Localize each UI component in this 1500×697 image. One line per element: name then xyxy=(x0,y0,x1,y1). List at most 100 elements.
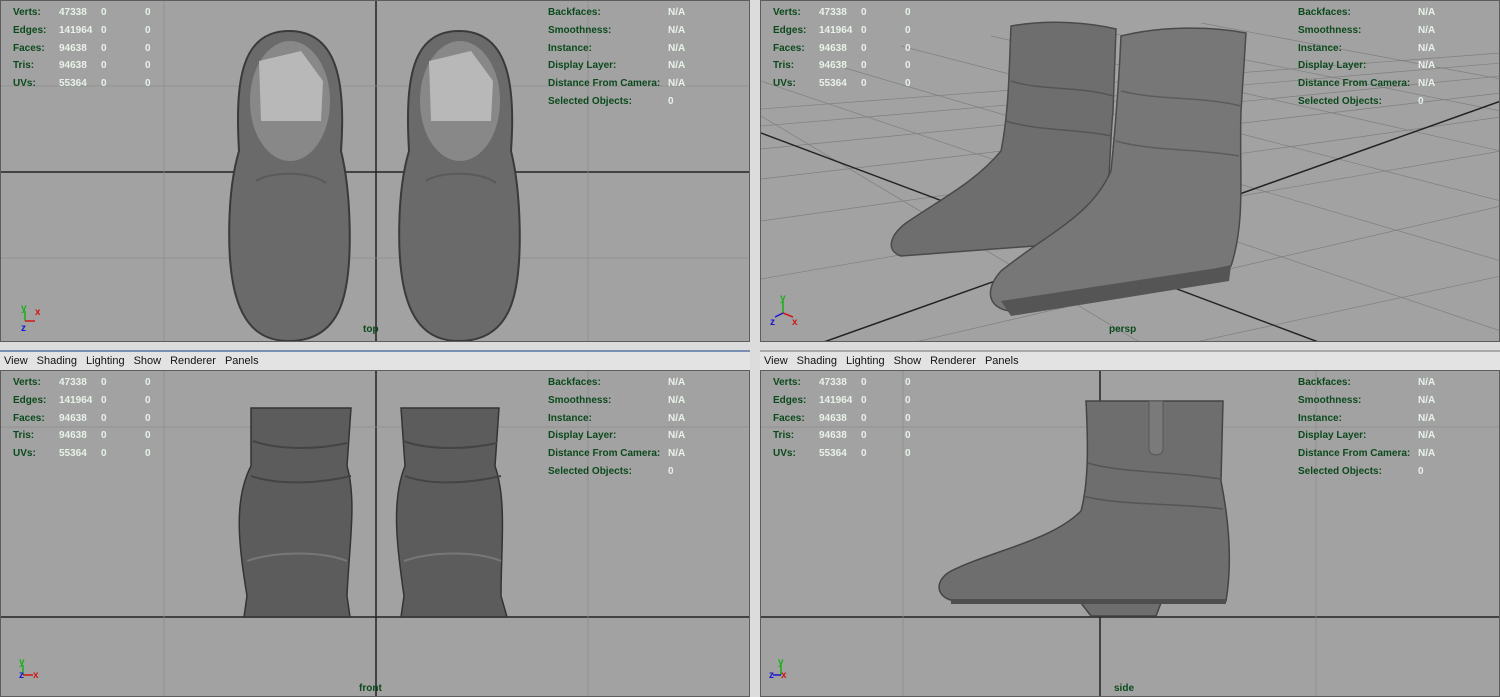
camera-label: front xyxy=(359,683,382,694)
hud-label: Display Layer: xyxy=(548,430,617,442)
hud-value: 0 xyxy=(861,60,867,72)
hud-label: Smoothness: xyxy=(548,394,612,406)
hud-value: 94638 xyxy=(59,60,87,72)
hud-value: 0 xyxy=(905,412,911,424)
hud-value: 0 xyxy=(861,430,867,442)
hud-label: Instance: xyxy=(548,42,592,54)
viewport-side[interactable]: Verts: 47338 0 0 Edges: 141964 0 0 Faces: 94638… xyxy=(760,370,1500,697)
hud-value: N/A xyxy=(1418,42,1436,54)
hud-value: 0 xyxy=(861,42,867,54)
hud-label: Verts: xyxy=(773,7,801,18)
hud-label: Verts: xyxy=(773,377,801,388)
hud-value: 0 xyxy=(101,430,107,442)
menu-shading[interactable]: Shading xyxy=(37,355,77,367)
hud-value: 0 xyxy=(905,60,911,72)
hud-value: 0 xyxy=(668,95,674,107)
menu-lighting[interactable]: Lighting xyxy=(846,355,885,367)
hud-label: Edges: xyxy=(773,24,807,36)
hud-value: 0 xyxy=(101,78,107,90)
menu-lighting[interactable]: Lighting xyxy=(86,355,125,367)
menu-view[interactable]: View xyxy=(4,355,28,367)
viewport-top[interactable]: Verts: 47338 0 0 Edges: 141964 0 0 Faces: 94638… xyxy=(0,0,750,342)
hud-label: Faces: xyxy=(13,42,45,54)
menu-view[interactable]: View xyxy=(764,355,788,367)
poly-count-hud: Verts: 47338 0 0 Edges: 141964 0 0 Faces: 94638… xyxy=(773,374,925,463)
axis-gizmo-icon: y x z xyxy=(21,303,41,334)
boot-right-front xyxy=(395,407,508,618)
svg-text:y: y xyxy=(780,293,786,304)
svg-text:y: y xyxy=(778,657,784,668)
svg-text:z: z xyxy=(21,323,26,334)
viewport-persp[interactable]: Verts: 47338 0 0 Edges: 141964 0 0 Faces: 94638… xyxy=(760,0,1500,342)
hud-label: Selected Objects: xyxy=(548,95,632,107)
hud-value: N/A xyxy=(1418,78,1436,90)
hud-value: 94638 xyxy=(59,412,87,424)
hud-value: 0 xyxy=(905,377,911,388)
hud-label: Tris: xyxy=(773,430,795,442)
hud-label: Verts: xyxy=(13,7,41,18)
hud-value: 0 xyxy=(101,412,107,424)
panel-menu-bar-side: View Shading Lighting Show Renderer Pane… xyxy=(760,350,1500,370)
hud-value: 94638 xyxy=(59,42,87,54)
svg-text:x: x xyxy=(33,670,39,681)
svg-text:x: x xyxy=(781,670,787,681)
menu-show[interactable]: Show xyxy=(894,355,922,367)
svg-text:z: z xyxy=(19,670,24,681)
axis-gizmo-icon: y z x xyxy=(769,657,787,681)
hud-label: Display Layer: xyxy=(548,60,617,72)
hud-value: 0 xyxy=(145,60,151,72)
hud-value: 0 xyxy=(861,78,867,90)
hud-label: Verts: xyxy=(13,377,41,388)
hud-label: UVs: xyxy=(13,448,36,460)
viewport-front[interactable]: Verts: 47338 0 0 Edges: 141964 0 0 Faces: 94638… xyxy=(0,370,750,697)
svg-text:x: x xyxy=(35,307,41,318)
camera-label: top xyxy=(363,324,379,335)
hud-value: 141964 xyxy=(59,394,93,406)
hud-value: 0 xyxy=(101,60,107,72)
viewport-separator-horizontal[interactable] xyxy=(0,342,1500,350)
boot-left-top xyxy=(228,29,351,341)
hud-label: Smoothness: xyxy=(1298,24,1362,36)
object-details-hud: Backfaces: N/A Smoothness: N/A Instance: N/… xyxy=(548,4,685,111)
hud-label: Backfaces: xyxy=(548,377,601,388)
poly-count-hud: Verts: 47338 0 0 Edges: 141964 0 0 Faces: 94638… xyxy=(13,374,165,463)
object-details-hud: Backfaces: N/A Smoothness: N/A Instance: N/… xyxy=(1298,4,1435,111)
menu-renderer[interactable]: Renderer xyxy=(170,355,216,367)
svg-text:z: z xyxy=(770,317,775,328)
hud-value: N/A xyxy=(668,448,686,460)
hud-label: Faces: xyxy=(13,412,45,424)
hud-value: 0 xyxy=(905,24,911,36)
hud-value: 0 xyxy=(905,42,911,54)
hud-value: 55364 xyxy=(819,448,847,460)
svg-text:y: y xyxy=(19,657,25,668)
hud-value: 47338 xyxy=(59,377,87,388)
menu-show[interactable]: Show xyxy=(134,355,162,367)
hud-value: 55364 xyxy=(59,78,87,90)
menu-panels[interactable]: Panels xyxy=(225,355,259,367)
hud-label: Distance From Camera: xyxy=(548,78,661,90)
hud-label: Tris: xyxy=(13,60,35,72)
hud-label: Selected Objects: xyxy=(1298,95,1382,107)
hud-value: 0 xyxy=(861,394,867,406)
boot-left-front xyxy=(238,407,353,618)
hud-value: N/A xyxy=(668,78,686,90)
menu-shading[interactable]: Shading xyxy=(797,355,837,367)
hud-value: N/A xyxy=(668,42,686,54)
hud-value: 0 xyxy=(145,377,151,388)
hud-label: Instance: xyxy=(1298,42,1342,54)
hud-value: 141964 xyxy=(819,24,853,36)
hud-label: Faces: xyxy=(773,42,805,54)
hud-value: N/A xyxy=(668,412,686,424)
hud-label: UVs: xyxy=(773,78,796,90)
hud-value: N/A xyxy=(668,7,686,18)
object-details-hud: Backfaces: N/A Smoothness: N/A Instance: N/… xyxy=(1298,374,1435,481)
hud-label: Backfaces: xyxy=(548,7,601,18)
menu-panels[interactable]: Panels xyxy=(985,355,1019,367)
hud-value: 0 xyxy=(145,448,151,460)
hud-label: Edges: xyxy=(773,394,807,406)
hud-value: N/A xyxy=(1418,377,1436,388)
hud-value: 47338 xyxy=(59,7,87,18)
menu-renderer[interactable]: Renderer xyxy=(930,355,976,367)
hud-label: Smoothness: xyxy=(548,24,612,36)
hud-label: Edges: xyxy=(13,24,47,36)
